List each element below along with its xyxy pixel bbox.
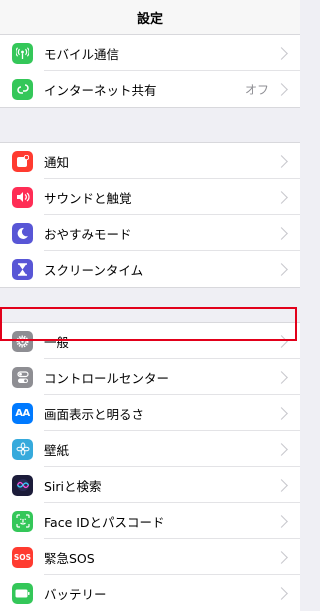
chevron-right-icon [275,190,288,204]
chevron-right-icon [275,442,288,456]
settings-row-label: モバイル通信 [44,46,120,62]
chevron-right-icon [275,478,288,492]
antenna-icon [12,42,33,64]
settings-row-siri-search[interactable]: Siriと検索 [0,467,300,503]
faceid-icon [12,510,33,532]
settings-row-label: 一般 [44,334,70,350]
settings-row-mobile-data[interactable]: モバイル通信 [0,35,300,71]
hourglass-icon [12,258,33,280]
settings-group-connectivity: モバイル通信 インターネット共有 オフ [0,35,300,107]
settings-row-label: おやすみモード [44,226,132,242]
chevron-right-icon [275,46,288,60]
notification-icon [12,150,33,172]
chevron-right-icon [275,370,288,384]
chevron-right-icon [275,406,288,420]
gear-icon [12,330,33,352]
link-icon [12,78,33,100]
text-size-icon: AA [12,402,33,424]
settings-row-do-not-disturb[interactable]: おやすみモード [0,215,300,251]
settings-row-label: サウンドと触覚 [44,190,132,206]
settings-row-emergency-sos[interactable]: SOS 緊急SOS [0,539,300,575]
chevron-right-icon [275,334,288,348]
chevron-right-icon [275,82,288,96]
settings-row-screen-time[interactable]: スクリーンタイム [0,251,300,287]
settings-row-label: 壁紙 [44,442,70,458]
chevron-right-icon [275,550,288,564]
toggles-icon [12,366,33,388]
settings-group-notifications: 通知 サウンドと触覚 おやすみモード スクリーンタイム [0,143,300,287]
settings-row-label: 通知 [44,154,70,170]
chevron-right-icon [275,514,288,528]
siri-icon [12,474,33,496]
settings-row-wallpaper[interactable]: 壁紙 [0,431,300,467]
sos-icon: SOS [12,546,33,568]
group-spacer [0,107,300,143]
settings-row-label: Face IDとパスコード [44,514,165,530]
settings-row-label: 緊急SOS [44,550,95,566]
settings-row-faceid-passcode[interactable]: Face IDとパスコード [0,503,300,539]
settings-row-battery[interactable]: バッテリー [0,575,300,611]
hotspot-status: オフ [244,82,269,97]
settings-row-label: 画面表示と明るさ [44,406,145,422]
chevron-right-icon [275,586,288,600]
settings-row-display-brightness[interactable]: AA 画面表示と明るさ [0,395,300,431]
chevron-right-icon [275,226,288,240]
settings-group-general: 一般 コントロールセンター AA 画面表示と明るさ 壁紙 Siriと検索 Fac… [0,323,300,611]
chevron-right-icon [275,262,288,276]
settings-row-label: Siriと検索 [44,478,102,494]
chevron-right-icon [275,154,288,168]
group-spacer [0,287,300,323]
settings-row-notifications[interactable]: 通知 [0,143,300,179]
battery-icon [12,582,33,604]
navigation-bar: 設定 [0,0,300,35]
page-title: 設定 [136,11,163,27]
moon-icon [12,222,33,244]
settings-row-personal-hotspot[interactable]: インターネット共有 オフ [0,71,300,107]
settings-row-label: スクリーンタイム [44,262,144,278]
settings-row-control-center[interactable]: コントロールセンター [0,359,300,395]
settings-row-general[interactable]: 一般 [0,323,300,359]
settings-row-label: インターネット共有 [44,82,157,98]
speaker-icon [12,186,33,208]
settings-row-sounds-haptics[interactable]: サウンドと触覚 [0,179,300,215]
settings-row-label: コントロールセンター [44,370,170,386]
flower-icon [12,438,33,460]
